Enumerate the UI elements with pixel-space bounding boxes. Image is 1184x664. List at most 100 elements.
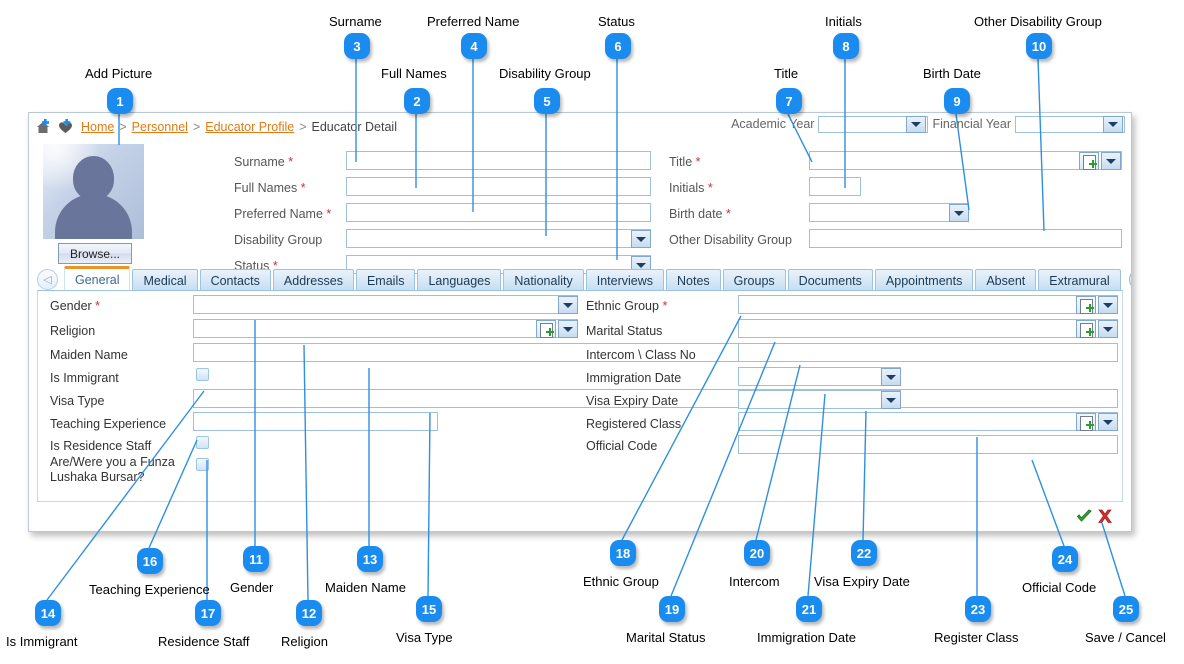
tab-extramural[interactable]: Extramural	[1038, 269, 1121, 291]
label-ethnic-group: Ethnic Group *	[586, 299, 667, 313]
tab-languages[interactable]: Languages	[417, 269, 502, 291]
annotation-marker-2: 2	[404, 88, 430, 114]
religion-new-lookup-button[interactable]	[536, 320, 556, 338]
required-indicator: *	[297, 181, 306, 195]
tab-scroll-left-button[interactable]: ◁	[37, 269, 58, 290]
is-residence-staff-checkbox[interactable]	[196, 436, 209, 449]
intercom-class-no-input[interactable]	[738, 343, 1118, 362]
label-is-immigrant: Is Immigrant	[50, 371, 119, 385]
teaching-experience-input[interactable]	[193, 412, 438, 431]
official-code-input[interactable]	[738, 435, 1118, 454]
financial-year-dropdown-button[interactable]	[1103, 115, 1123, 133]
religion-input[interactable]	[193, 319, 578, 338]
tab-contacts[interactable]: Contacts	[199, 269, 271, 291]
registered-class-new-lookup-button[interactable]	[1076, 413, 1096, 431]
chevron-down-icon	[636, 236, 646, 242]
marital-status-new-lookup-button[interactable]	[1076, 320, 1096, 338]
annotation-marker-15: 15	[416, 596, 442, 622]
label-is-residence-staff-text: Is Residence Staff	[50, 439, 152, 453]
annotation-label-25: Save / Cancel	[1085, 630, 1166, 645]
visa-expiry-date-input[interactable]	[738, 390, 901, 409]
favourite-heart-icon[interactable]	[57, 119, 74, 135]
label-surname: Surname *	[234, 155, 293, 169]
tab-addresses[interactable]: Addresses	[272, 269, 354, 291]
required-indicator: *	[658, 299, 668, 313]
annotation-marker-7: 7	[776, 88, 802, 114]
plus-icon	[546, 328, 554, 336]
tab-general[interactable]: General	[64, 266, 131, 291]
label-is-residence-staff: Is Residence Staff	[50, 439, 151, 453]
breadcrumb-educator-profile[interactable]: Educator Profile	[205, 120, 294, 134]
tab-documents[interactable]: Documents	[787, 269, 873, 291]
label-maiden-name: Maiden Name	[50, 348, 128, 362]
calendar-chevron-icon	[886, 397, 896, 403]
title-new-lookup-button[interactable]	[1079, 152, 1099, 170]
home-icon[interactable]	[35, 119, 52, 135]
tab-emails[interactable]: Emails	[355, 269, 416, 291]
annotation-label-6: Status	[598, 14, 635, 29]
annotation-marker-10: 10	[1026, 33, 1052, 59]
is-immigrant-checkbox[interactable]	[196, 368, 209, 381]
browse-button[interactable]: Browse...	[58, 243, 132, 264]
leader-line-25	[1101, 522, 1126, 597]
chevron-down-icon	[1103, 302, 1113, 308]
label-visa-expiry-date: Visa Expiry Date	[586, 394, 678, 408]
birth-date-picker-button[interactable]	[949, 204, 969, 222]
tab-appointments[interactable]: Appointments	[874, 269, 974, 291]
birth-date-input[interactable]	[809, 203, 969, 222]
ethnic-group-new-lookup-button[interactable]	[1076, 296, 1096, 314]
tab-groups[interactable]: Groups	[722, 269, 786, 291]
initials-input[interactable]	[809, 177, 861, 196]
ethnic-group-dropdown-button[interactable]	[1098, 296, 1118, 314]
label-official-code-text: Official Code	[586, 439, 658, 453]
label-immigration-date: Immigration Date	[586, 371, 681, 385]
calendar-chevron-icon	[954, 210, 964, 216]
marital-status-input[interactable]	[738, 319, 1118, 338]
tab-medical[interactable]: Medical	[132, 269, 198, 291]
annotation-marker-25: 25	[1113, 596, 1139, 622]
other-disability-group-input[interactable]	[809, 229, 1122, 248]
annotation-marker-16: 16	[137, 548, 163, 574]
full-names-input[interactable]	[346, 177, 651, 196]
annotation-label-14: Is Immigrant	[6, 634, 78, 649]
tab-scroll-right-button[interactable]: ▷	[1128, 269, 1131, 290]
annotation-marker-17: 17	[195, 600, 221, 626]
ethnic-group-input[interactable]	[738, 295, 1118, 314]
title-dropdown-button[interactable]	[1101, 152, 1121, 170]
label-official-code: Official Code	[586, 439, 657, 453]
annotation-label-21: Immigration Date	[757, 630, 856, 645]
visa-expiry-date-picker-button[interactable]	[881, 391, 901, 409]
breadcrumb-sep-1: >	[119, 120, 127, 134]
label-funza-lushaka-bursar-text: Are/Were you a Funza Lushaka Bursar?	[50, 455, 175, 484]
label-religion: Religion	[50, 324, 95, 338]
disability-group-input[interactable]	[346, 229, 651, 248]
breadcrumb-personnel[interactable]: Personnel	[132, 120, 188, 134]
registered-class-input[interactable]	[738, 412, 1118, 431]
gender-input[interactable]	[193, 295, 578, 314]
immigration-date-picker-button[interactable]	[881, 368, 901, 386]
required-indicator: *	[91, 299, 101, 313]
annotation-marker-14: 14	[35, 600, 61, 626]
cancel-button[interactable]	[1097, 509, 1113, 524]
tab-interviews[interactable]: Interviews	[585, 269, 665, 291]
religion-dropdown-button[interactable]	[558, 320, 578, 338]
breadcrumb-home[interactable]: Home	[81, 120, 114, 134]
preferred-name-input[interactable]	[346, 203, 651, 222]
label-marital-status-text: Marital Status	[586, 324, 663, 338]
marital-status-dropdown-button[interactable]	[1098, 320, 1118, 338]
label-birth-date: Birth date *	[669, 207, 731, 221]
surname-input[interactable]	[346, 151, 651, 170]
tab-absent[interactable]: Absent	[975, 269, 1037, 291]
title-input[interactable]	[809, 151, 1122, 170]
label-visa-type: Visa Type	[50, 394, 104, 408]
academic-year-dropdown-button[interactable]	[906, 115, 927, 133]
save-button[interactable]	[1076, 509, 1093, 524]
disability-group-dropdown-button[interactable]	[631, 230, 651, 248]
registered-class-dropdown-button[interactable]	[1098, 413, 1118, 431]
label-gender-text: Gender	[50, 299, 92, 313]
funza-lushaka-bursar-checkbox[interactable]	[196, 458, 209, 471]
gender-dropdown-button[interactable]	[558, 296, 578, 314]
tab-nationality[interactable]: Nationality	[503, 269, 584, 291]
immigration-date-input[interactable]	[738, 367, 901, 386]
tab-notes[interactable]: Notes	[666, 269, 721, 291]
